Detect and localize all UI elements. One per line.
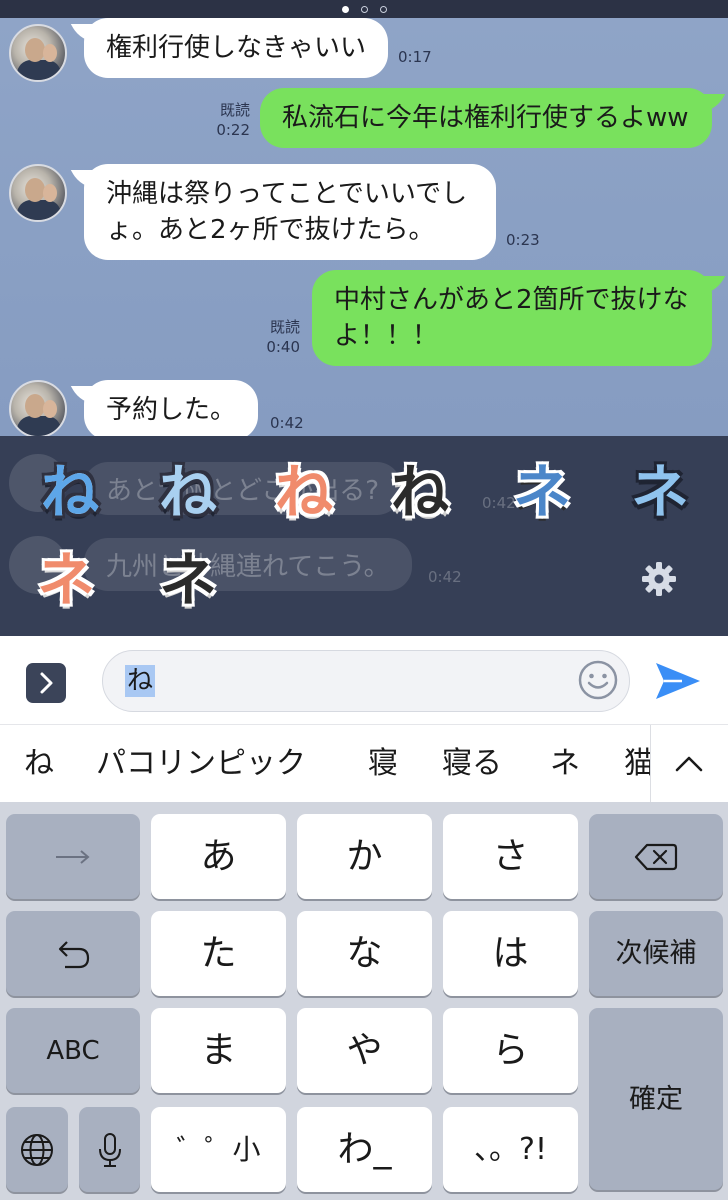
- outgoing-message-bubble[interactable]: 私流石に今年は権利行使するよww: [260, 88, 712, 148]
- delete-backspace-icon[interactable]: [589, 814, 723, 899]
- key-label: 、。?!: [474, 1131, 547, 1167]
- read-receipt: 既読: [219, 101, 250, 119]
- sticker-ne-orange[interactable]: ね: [256, 452, 352, 532]
- sticker-suggestion-panel: あと大阪とどこか出る? 0:42 九州と沖縄連れてこう。 0:42 ね ね ね …: [0, 436, 728, 636]
- key-sa[interactable]: さ: [443, 814, 578, 899]
- candidate-list: ね パコリンピック 寝 寝る ネ 猫: [0, 725, 650, 803]
- outgoing-message-bubble[interactable]: 中村さんがあと2箇所で抜けな よ！！！: [312, 270, 712, 366]
- message-time: 0:42: [270, 414, 304, 432]
- candidate-word[interactable]: ネ: [550, 745, 580, 783]
- candidate-word[interactable]: パコリンピック: [96, 745, 306, 783]
- sticker-katakana-ne-orange[interactable]: ネ: [18, 540, 114, 620]
- page-dot-active: [341, 5, 349, 13]
- sticker-katakana-ne-lightblue[interactable]: ネ: [612, 452, 708, 532]
- sticker-ne-dark[interactable]: ね: [372, 452, 468, 532]
- key-ma[interactable]: ま: [151, 1008, 286, 1093]
- key-label: は: [492, 932, 529, 974]
- message-text: 私流石に今年は権利行使するよww: [282, 103, 689, 133]
- page-dot: [360, 5, 368, 13]
- key-a[interactable]: あ: [151, 814, 286, 899]
- page-dot: [379, 5, 387, 13]
- message-time: 0:40: [266, 338, 300, 356]
- sticker-glyph: ネ: [158, 546, 217, 614]
- key-ya[interactable]: や: [297, 1008, 432, 1093]
- send-arrow-icon[interactable]: [652, 658, 704, 704]
- sender-avatar[interactable]: [9, 24, 67, 82]
- candidate-word[interactable]: 寝る: [442, 745, 502, 783]
- message-time: 0:23: [506, 231, 540, 249]
- incoming-message-bubble[interactable]: 予約した。: [84, 380, 259, 436]
- chat-area[interactable]: 権利行使しなきゃいい 0:17 既読 0:22 私流石に今年は権利行使するよww…: [0, 18, 728, 436]
- sticker-ne-lightblue[interactable]: ね: [140, 452, 236, 532]
- message-input[interactable]: ね: [102, 650, 630, 712]
- message-text: 中村さんがあと2箇所で抜けな よ！！！: [334, 285, 689, 351]
- undo-icon[interactable]: [6, 911, 140, 996]
- message-time: 0:17: [398, 48, 432, 66]
- message-input-bar: ね: [0, 636, 728, 724]
- key-wa[interactable]: わ_: [297, 1107, 432, 1192]
- message-time: 0:22: [216, 121, 250, 139]
- next-candidate-key[interactable]: 次候補: [589, 911, 723, 996]
- sticker-glyph: ネ: [512, 458, 571, 526]
- key-label: わ_: [337, 1128, 392, 1170]
- hidden-message: 九州と沖縄連れてこう。: [84, 538, 412, 591]
- key-ra[interactable]: ら: [443, 1008, 578, 1093]
- microphone-icon[interactable]: [79, 1107, 140, 1192]
- dakuten-small-key[interactable]: ゛゜小: [151, 1107, 286, 1192]
- sender-avatar[interactable]: [9, 164, 67, 222]
- incoming-message-bubble[interactable]: 権利行使しなきゃいい: [84, 18, 389, 78]
- japanese-keyboard: あ か さ た な は 次候補 ABC ま や ら 確定 ゛゜小 わ_ 、。?!: [0, 802, 728, 1200]
- hidden-message: あと大阪とどこか出る?: [84, 462, 402, 515]
- chevron-right-icon[interactable]: [26, 663, 66, 703]
- candidate-word[interactable]: ね: [24, 745, 54, 783]
- sticker-glyph: ね: [158, 458, 217, 526]
- candidate-word[interactable]: 猫: [624, 745, 650, 783]
- key-label: か: [346, 835, 383, 877]
- smiley-icon[interactable]: [576, 658, 620, 702]
- key-label: ゛゜小: [176, 1132, 261, 1166]
- key-label: 確定: [629, 1083, 683, 1115]
- key-label: 次候補: [615, 938, 697, 969]
- sticker-glyph: ね: [40, 458, 99, 526]
- top-strip: [0, 0, 728, 18]
- key-label: な: [346, 932, 383, 974]
- sticker-glyph: ネ: [630, 458, 689, 526]
- message-text: 権利行使しなきゃいい: [106, 33, 367, 63]
- globe-icon[interactable]: [6, 1107, 68, 1192]
- typed-text-marked: ね: [125, 665, 156, 697]
- sticker-glyph: ね: [390, 458, 449, 526]
- key-label: あ: [200, 835, 237, 877]
- sticker-katakana-ne-blue[interactable]: ネ: [494, 452, 590, 532]
- key-ta[interactable]: た: [151, 911, 286, 996]
- key-label: や: [346, 1029, 383, 1071]
- key-label: さ: [492, 835, 529, 877]
- incoming-message-bubble[interactable]: 沖縄は祭りってことでいいでし ょ。あと2ヶ所で抜けたら。: [84, 164, 496, 260]
- page-indicator: [0, 0, 728, 18]
- punctuation-key[interactable]: 、。?!: [443, 1107, 578, 1192]
- prediction-bar: ね パコリンピック 寝 寝る ネ 猫: [0, 724, 728, 803]
- message-text: 沖縄は祭りってことでいいでし ょ。あと2ヶ所で抜けたら。: [106, 179, 468, 245]
- message-time: 0:42: [428, 568, 462, 586]
- arrow-right-icon[interactable]: [6, 814, 140, 899]
- sticker-ne-blue[interactable]: ね: [22, 452, 118, 532]
- sticker-glyph: ネ: [36, 546, 95, 614]
- key-label: ら: [492, 1029, 529, 1071]
- candidate-word[interactable]: 寝: [368, 745, 398, 783]
- abc-key[interactable]: ABC: [6, 1008, 140, 1093]
- gear-icon[interactable]: [640, 560, 678, 598]
- key-na[interactable]: な: [297, 911, 432, 996]
- confirm-key[interactable]: 確定: [589, 1008, 723, 1190]
- key-label: ABC: [46, 1035, 100, 1066]
- sticker-katakana-ne-dark[interactable]: ネ: [140, 540, 236, 620]
- key-label: た: [200, 932, 237, 974]
- message-text: 予約した。: [106, 395, 237, 425]
- key-ha[interactable]: は: [443, 911, 578, 996]
- sticker-glyph: ね: [274, 458, 333, 526]
- sender-avatar[interactable]: [9, 380, 67, 436]
- read-receipt: 既読: [269, 318, 300, 336]
- key-label: ま: [200, 1029, 237, 1071]
- chevron-up-icon[interactable]: [651, 725, 728, 803]
- key-ka[interactable]: か: [297, 814, 432, 899]
